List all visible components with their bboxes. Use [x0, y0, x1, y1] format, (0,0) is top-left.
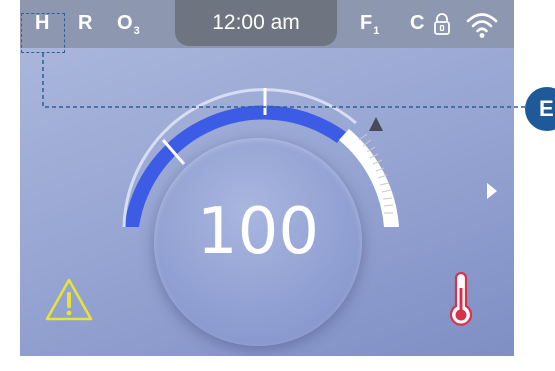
callout-marker: E — [525, 87, 555, 131]
warning-icon[interactable] — [44, 277, 94, 328]
spa-control-screen: H R O3 12:00 am F1 C 100 — [20, 0, 514, 356]
callout-highlight-box — [21, 13, 65, 53]
set-temperature-value: 100 — [196, 195, 320, 269]
thermometer-icon[interactable] — [446, 271, 476, 333]
gauge-pointer-icon — [369, 117, 383, 131]
next-page-arrow-icon[interactable] — [486, 182, 498, 200]
